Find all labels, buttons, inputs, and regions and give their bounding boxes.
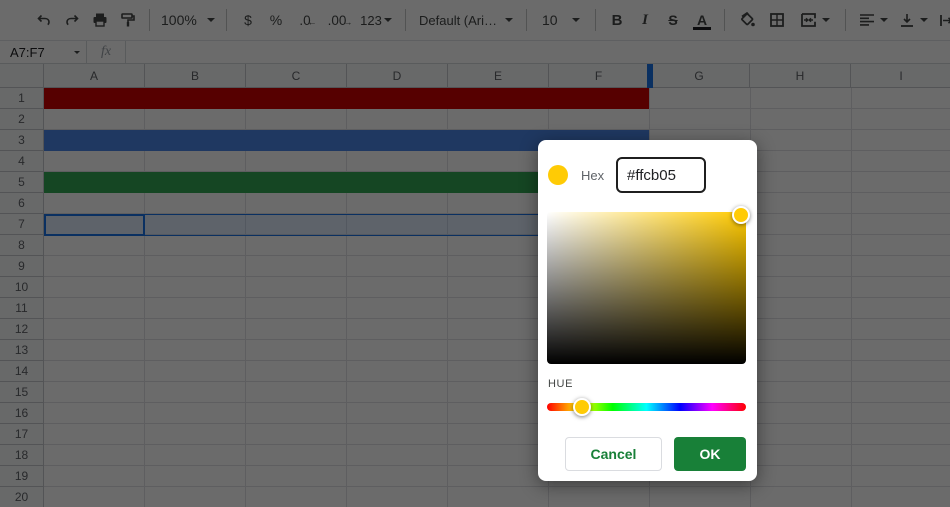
hue-label: HUE: [548, 378, 573, 390]
custom-color-dialog: Hex HUE Cancel OK: [538, 140, 757, 481]
ok-button[interactable]: OK: [674, 437, 746, 471]
modal-overlay[interactable]: [0, 0, 950, 507]
hex-input[interactable]: [616, 157, 706, 193]
gradient-handle[interactable]: [732, 206, 750, 224]
saturation-value-gradient[interactable]: [547, 212, 746, 364]
cancel-button[interactable]: Cancel: [565, 437, 662, 471]
hue-slider-handle[interactable]: [573, 398, 591, 416]
spreadsheet-app: 100% $ % .0← .00→ 123 Default (Ari… 10: [0, 0, 950, 507]
hex-label: Hex: [581, 168, 604, 183]
current-color-swatch: [548, 165, 568, 185]
